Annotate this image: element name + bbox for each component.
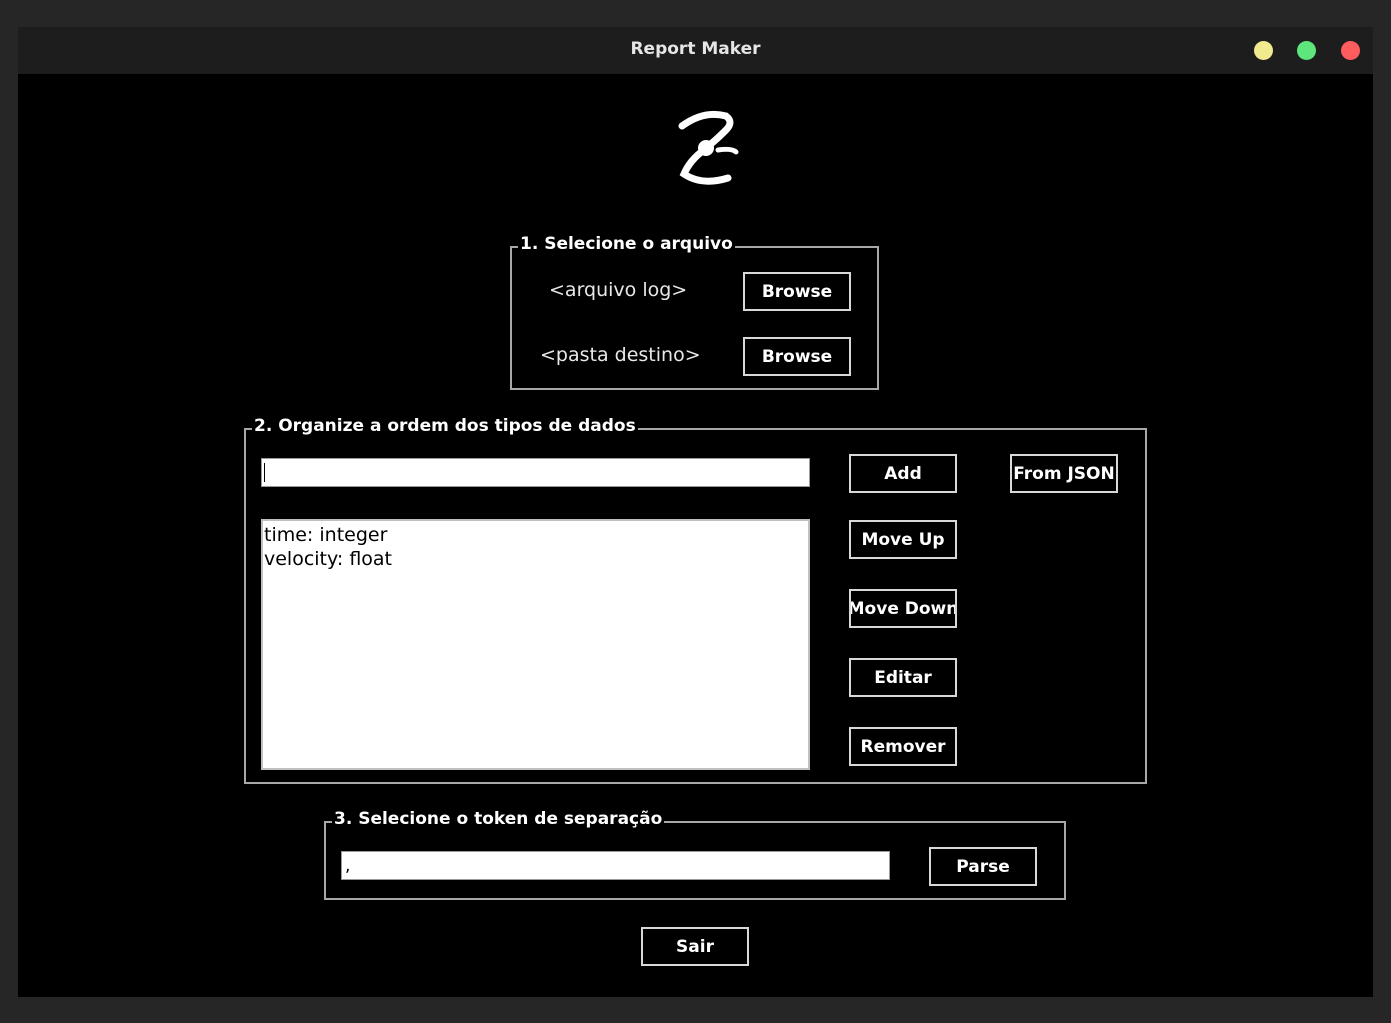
remove-button[interactable]: Remover xyxy=(848,726,958,767)
list-item[interactable]: time: integer xyxy=(264,523,808,547)
separator-token-input[interactable]: , xyxy=(341,851,890,880)
exit-button[interactable]: Sair xyxy=(640,926,750,967)
app-logo-icon xyxy=(678,110,739,185)
add-button[interactable]: Add xyxy=(848,453,958,494)
minimize-button[interactable] xyxy=(1254,41,1273,60)
file-selection-group: 1. Selecione o arquivo <arquivo log> Bro… xyxy=(510,234,879,390)
file-selection-legend: 1. Selecione o arquivo xyxy=(518,234,735,254)
separator-token-legend: 3. Selecione o token de separação xyxy=(332,809,665,829)
maximize-button[interactable] xyxy=(1297,41,1316,60)
data-type-input[interactable] xyxy=(261,458,810,487)
browse-dest-button[interactable]: Browse xyxy=(742,336,852,377)
move-up-button[interactable]: Move Up xyxy=(848,519,958,560)
close-button[interactable] xyxy=(1341,41,1360,60)
add-label: Add xyxy=(884,463,922,484)
browse-log-label: Browse xyxy=(761,281,833,302)
log-file-label: <arquivo log> xyxy=(549,279,688,301)
data-type-list[interactable]: time: integer velocity: float xyxy=(261,519,810,770)
edit-label: Editar xyxy=(874,667,932,688)
separator-token-value: , xyxy=(345,856,351,876)
list-item[interactable]: velocity: float xyxy=(264,547,808,571)
browse-dest-label: Browse xyxy=(761,346,833,367)
move-down-button[interactable]: Move Down xyxy=(848,588,958,629)
edit-button[interactable]: Editar xyxy=(848,657,958,698)
move-down-label: Move Down xyxy=(849,598,957,619)
from-json-button[interactable]: From JSON xyxy=(1009,453,1119,494)
parse-button[interactable]: Parse xyxy=(928,846,1038,887)
dest-folder-label: <pasta destino> xyxy=(540,344,701,366)
browse-log-button[interactable]: Browse xyxy=(742,271,852,312)
separator-token-group: 3. Selecione o token de separação , Pars… xyxy=(324,809,1066,900)
from-json-label: From JSON xyxy=(1013,463,1115,484)
remove-label: Remover xyxy=(860,736,946,757)
title-bar: Report Maker xyxy=(18,27,1373,74)
move-up-label: Move Up xyxy=(861,529,945,550)
window-title: Report Maker xyxy=(630,39,761,59)
text-caret xyxy=(264,463,265,482)
app-window: Report Maker 1. Selecione o arquivo <arq… xyxy=(18,27,1373,997)
data-types-legend: 2. Organize a ordem dos tipos de dados xyxy=(252,416,638,436)
data-types-group: 2. Organize a ordem dos tipos de dados t… xyxy=(244,416,1147,784)
parse-label: Parse xyxy=(956,856,1010,877)
exit-label: Sair xyxy=(676,936,714,957)
